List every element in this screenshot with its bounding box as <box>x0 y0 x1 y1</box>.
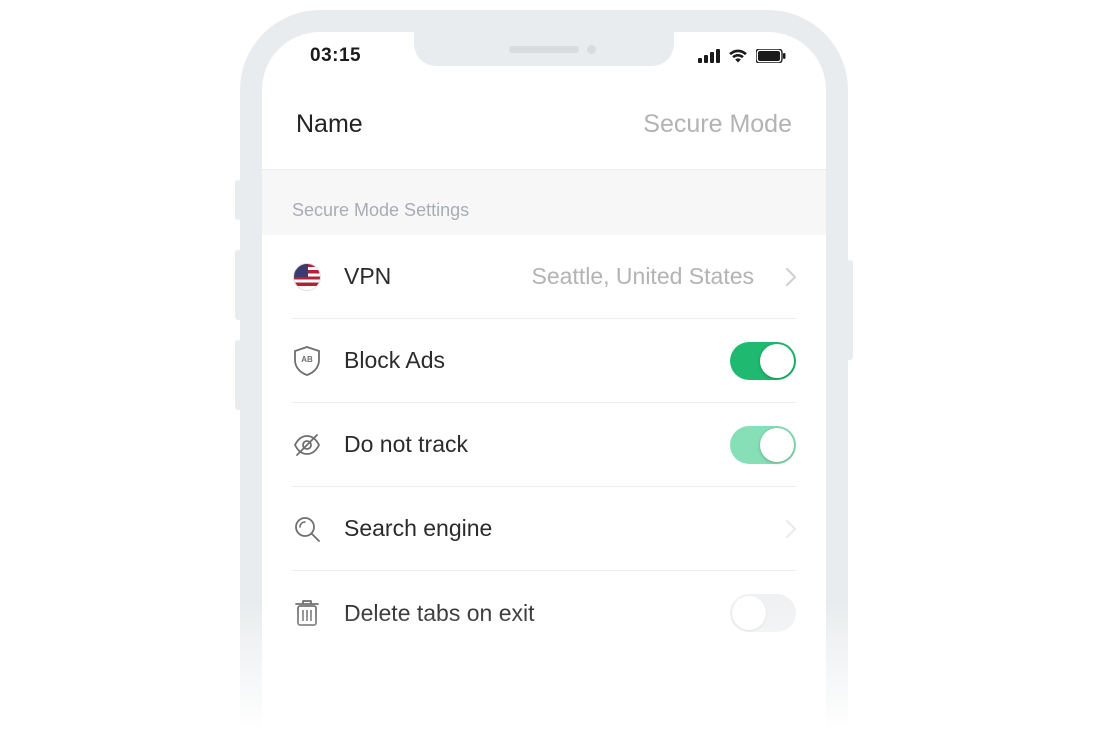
toggle-block-ads[interactable] <box>730 342 796 380</box>
wifi-icon <box>728 49 748 63</box>
name-label: Name <box>296 110 363 139</box>
volume-down-button <box>235 340 241 410</box>
row-vpn-label: VPN <box>344 263 391 290</box>
row-search-engine-label: Search engine <box>344 515 492 542</box>
power-button <box>847 260 853 360</box>
eye-slash-icon <box>292 430 322 460</box>
us-flag-icon <box>292 262 322 292</box>
status-icons <box>698 49 786 63</box>
status-time: 03:15 <box>310 45 361 67</box>
svg-text:AB: AB <box>301 355 313 364</box>
row-vpn-value: Seattle, United States <box>532 263 754 290</box>
row-delete-tabs: Delete tabs on exit <box>292 571 796 655</box>
speaker-grille <box>509 46 579 53</box>
shield-ab-icon: AB <box>292 346 322 376</box>
volume-up-button <box>235 250 241 320</box>
row-do-not-track: Do not track <box>292 403 796 487</box>
row-block-ads-label: Block Ads <box>344 347 445 374</box>
section-header: Secure Mode Settings <box>262 170 826 235</box>
trash-icon <box>292 598 322 628</box>
phone-frame: 03:15 <box>240 10 848 732</box>
row-delete-tabs-label: Delete tabs on exit <box>344 600 535 627</box>
toggle-delete-tabs[interactable] <box>730 594 796 632</box>
screen: 03:15 <box>262 32 826 732</box>
row-block-ads: AB Block Ads <box>292 319 796 403</box>
row-search-engine[interactable]: Search engine <box>292 487 796 571</box>
row-vpn[interactable]: VPN Seattle, United States <box>292 235 796 319</box>
battery-icon <box>756 49 786 63</box>
magnifier-icon <box>292 514 322 544</box>
chevron-right-icon <box>786 520 796 538</box>
toggle-do-not-track[interactable] <box>730 426 796 464</box>
cellular-signal-icon <box>698 49 720 63</box>
mute-switch <box>235 180 241 220</box>
name-row[interactable]: Name Secure Mode <box>262 80 826 170</box>
row-do-not-track-label: Do not track <box>344 431 468 458</box>
name-value: Secure Mode <box>643 110 792 139</box>
notch <box>414 32 674 66</box>
chevron-right-icon <box>786 268 796 286</box>
settings-list: VPN Seattle, United States AB Block Ads <box>262 235 826 655</box>
front-camera <box>587 45 596 54</box>
